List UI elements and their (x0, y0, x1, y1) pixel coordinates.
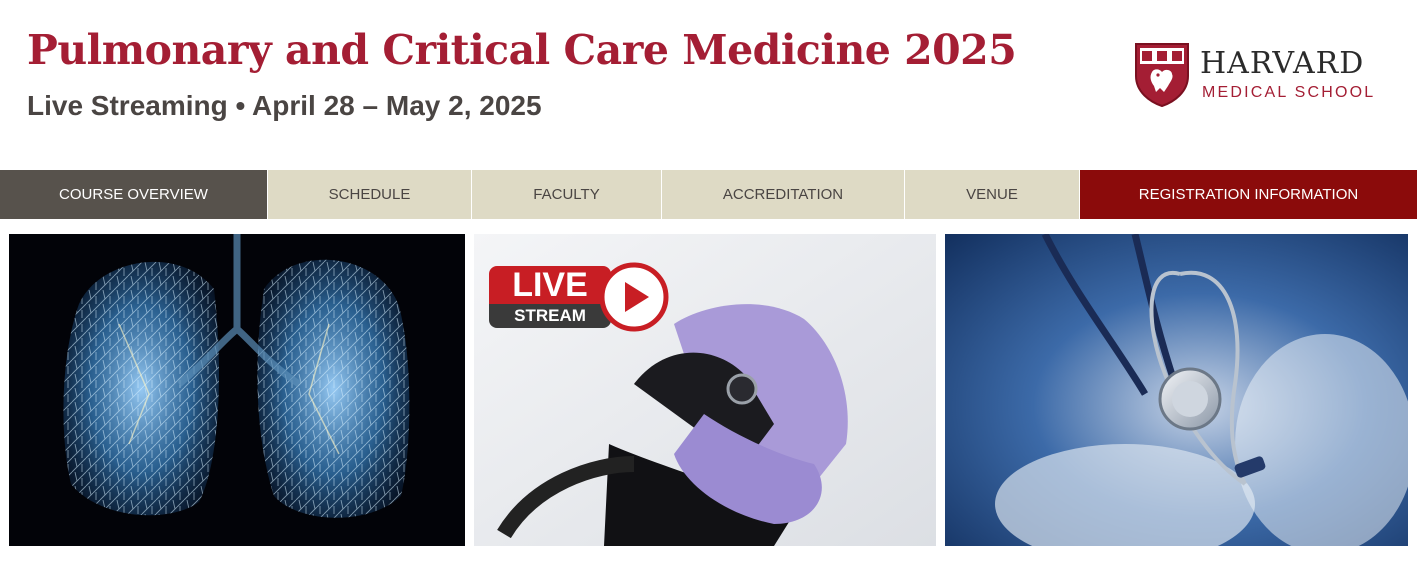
nav-registration-information[interactable]: REGISTRATION INFORMATION (1080, 170, 1417, 219)
main-nav: COURSE OVERVIEW SCHEDULE FACULTY ACCREDI… (0, 170, 1417, 219)
nav-accreditation[interactable]: ACCREDITATION (662, 170, 905, 219)
live-badge-bottom: STREAM (489, 304, 611, 328)
logo-school: MEDICAL SCHOOL (1202, 84, 1376, 101)
lung-scan-image (9, 234, 465, 546)
nav-course-overview[interactable]: COURSE OVERVIEW (0, 170, 268, 219)
nav-faculty[interactable]: FACULTY (472, 170, 662, 219)
page-subtitle: Live Streaming • April 28 – May 2, 2025 (27, 90, 542, 121)
stethoscope-image (945, 234, 1408, 546)
page-header: Pulmonary and Critical Care Medicine 202… (0, 0, 1417, 170)
play-icon (599, 262, 669, 332)
live-stream-badge: LIVE STREAM (489, 262, 674, 332)
harvard-medical-school-logo[interactable]: HARVARD MEDICAL SCHOOL (1134, 42, 1404, 112)
harvard-shield-icon (1135, 43, 1189, 108)
page-title: Pulmonary and Critical Care Medicine 202… (27, 26, 1017, 74)
live-badge-top: LIVE (489, 266, 611, 304)
nav-venue[interactable]: VENUE (905, 170, 1080, 219)
nav-schedule[interactable]: SCHEDULE (268, 170, 472, 219)
logo-wordmark: HARVARD (1200, 46, 1365, 81)
